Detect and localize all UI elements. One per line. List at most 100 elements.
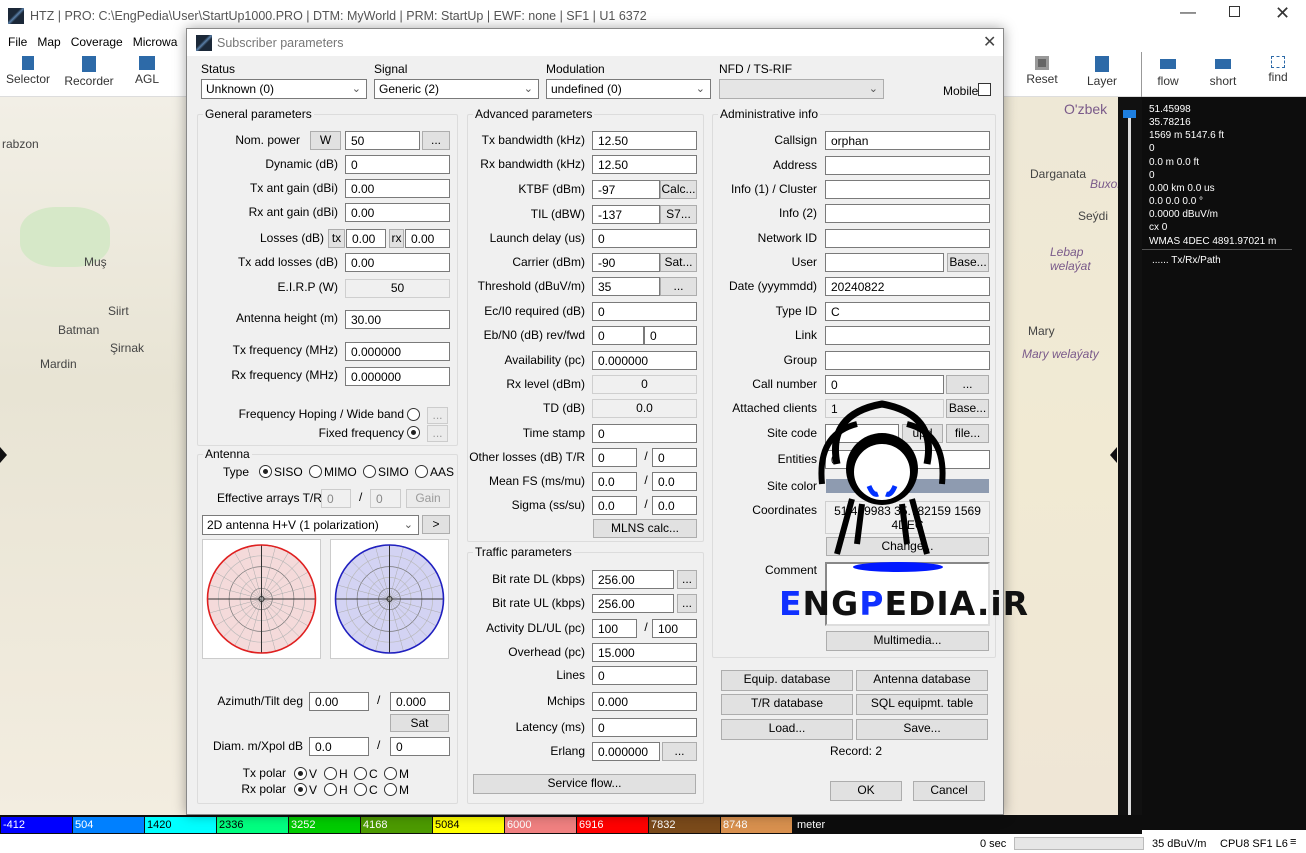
tx-polar-c-radio[interactable]: [354, 767, 367, 780]
info1-input[interactable]: [825, 180, 990, 199]
entities-input[interactable]: [825, 450, 990, 469]
call-number-input[interactable]: [825, 375, 944, 394]
tx-bandwidth-input[interactable]: [592, 131, 697, 150]
rx-polar-c-radio[interactable]: [354, 783, 367, 796]
find-button[interactable]: find: [1260, 52, 1296, 84]
type-siso-radio[interactable]: [259, 465, 272, 478]
sat-button[interactable]: Sat: [390, 714, 449, 732]
maximize-button[interactable]: [1229, 6, 1240, 17]
menu-microwave[interactable]: Microwa: [133, 35, 178, 49]
antenna-next-button[interactable]: >: [422, 515, 450, 534]
gain-button[interactable]: Gain: [406, 489, 450, 508]
antenna-pattern-select[interactable]: 2D antenna H+V (1 polarization) ⌄: [202, 515, 419, 535]
menu-file[interactable]: File: [8, 35, 27, 49]
fixed-frequency-more-button[interactable]: ...: [427, 425, 448, 442]
date-input[interactable]: [825, 277, 990, 296]
zoom-slider-thumb[interactable]: [1123, 110, 1136, 118]
til-s7-button[interactable]: S7...: [660, 205, 697, 224]
launch-delay-input[interactable]: [592, 229, 697, 248]
save-button[interactable]: Save...: [856, 719, 988, 740]
short-button[interactable]: short: [1205, 52, 1241, 88]
other-losses-r-input[interactable]: [652, 448, 697, 467]
close-window-button[interactable]: ✕: [1275, 3, 1290, 24]
call-number-more-button[interactable]: ...: [946, 375, 989, 394]
eb-n0-rev-input[interactable]: [592, 326, 644, 345]
freq-hopping-more-button[interactable]: ...: [427, 407, 448, 424]
network-id-input[interactable]: [825, 229, 990, 248]
tilt-input[interactable]: [390, 692, 450, 711]
erlang-more-button[interactable]: ...: [662, 742, 697, 761]
tx-frequency-input[interactable]: [345, 342, 450, 361]
latency-input[interactable]: [592, 718, 697, 737]
tr-database-button[interactable]: T/R database: [721, 694, 853, 715]
ok-button[interactable]: OK: [830, 781, 902, 801]
dynamic-input[interactable]: [345, 155, 450, 174]
til-input[interactable]: [592, 205, 660, 224]
availability-input[interactable]: [592, 351, 697, 370]
rx-polar-h-radio[interactable]: [324, 783, 337, 796]
group-input[interactable]: [825, 351, 990, 370]
ktbf-input[interactable]: [592, 180, 660, 199]
map-right-arrow[interactable]: [1110, 447, 1117, 463]
menu-map[interactable]: Map: [37, 35, 60, 49]
link-input[interactable]: [825, 326, 990, 345]
selector-button[interactable]: Selector: [4, 52, 52, 86]
minimize-button[interactable]: —: [1180, 4, 1196, 22]
layer-button[interactable]: Layer: [1084, 52, 1120, 88]
flow-button[interactable]: flow: [1150, 52, 1186, 88]
effective-arrays-t-input[interactable]: [321, 489, 351, 508]
attached-clients-base-button[interactable]: Base...: [946, 399, 989, 418]
dialog-close-button[interactable]: ✕: [983, 32, 996, 52]
mchips-input[interactable]: [592, 692, 697, 711]
load-button[interactable]: Load...: [721, 719, 853, 740]
bit-rate-ul-more-button[interactable]: ...: [677, 594, 697, 613]
status-select[interactable]: Unknown (0) ⌄: [201, 79, 367, 99]
effective-arrays-r-input[interactable]: [370, 489, 401, 508]
type-simo-radio[interactable]: [363, 465, 376, 478]
rx-bandwidth-input[interactable]: [592, 155, 697, 174]
attached-clients-input[interactable]: [825, 399, 944, 418]
losses-rx-input[interactable]: [405, 229, 450, 248]
time-stamp-input[interactable]: [592, 424, 697, 443]
diam-input[interactable]: [309, 737, 369, 756]
zoom-slider[interactable]: [1118, 97, 1142, 830]
modulation-select[interactable]: undefined (0) ⌄: [546, 79, 711, 99]
tx-polar-h-radio[interactable]: [324, 767, 337, 780]
comment-textarea[interactable]: [825, 562, 990, 626]
address-input[interactable]: [825, 156, 990, 175]
menu-icon[interactable]: ≡: [1290, 836, 1296, 848]
tx-polar-m-radio[interactable]: [384, 767, 397, 780]
info2-input[interactable]: [825, 204, 990, 223]
equip-database-button[interactable]: Equip. database: [721, 670, 853, 691]
service-flow-button[interactable]: Service flow...: [473, 774, 696, 794]
map-left-arrow[interactable]: [0, 447, 7, 463]
tx-polar-v-radio[interactable]: [294, 767, 307, 780]
recorder-button[interactable]: Recorder: [62, 52, 116, 88]
tx-add-losses-input[interactable]: [345, 253, 450, 272]
rx-polar-v-radio[interactable]: [294, 783, 307, 796]
user-base-button[interactable]: Base...: [947, 253, 989, 272]
antenna-height-input[interactable]: [345, 310, 450, 329]
type-aas-radio[interactable]: [415, 465, 428, 478]
activity-ul-input[interactable]: [652, 619, 697, 638]
site-code-upd-button[interactable]: upd: [902, 424, 943, 443]
change-coordinates-button[interactable]: Change...: [826, 537, 989, 556]
eb-n0-fwd-input[interactable]: [644, 326, 697, 345]
rx-ant-gain-input[interactable]: [345, 203, 450, 222]
bit-rate-ul-input[interactable]: [592, 594, 674, 613]
lines-input[interactable]: [592, 666, 697, 685]
fixed-frequency-radio[interactable]: [407, 426, 420, 439]
rx-frequency-input[interactable]: [345, 367, 450, 386]
overhead-input[interactable]: [592, 643, 697, 662]
nom-power-input[interactable]: [345, 131, 420, 150]
nom-power-more-button[interactable]: ...: [422, 131, 450, 150]
cancel-button[interactable]: Cancel: [913, 781, 985, 801]
bit-rate-dl-more-button[interactable]: ...: [677, 570, 697, 589]
callsign-input[interactable]: [825, 131, 990, 150]
reset-button[interactable]: Reset: [1024, 52, 1060, 86]
mlns-calc-button[interactable]: MLNS calc...: [593, 519, 697, 538]
site-code-file-button[interactable]: file...: [946, 424, 989, 443]
signal-select[interactable]: Generic (2) ⌄: [374, 79, 539, 99]
site-color-swatch[interactable]: [826, 479, 989, 493]
activity-dl-input[interactable]: [592, 619, 637, 638]
